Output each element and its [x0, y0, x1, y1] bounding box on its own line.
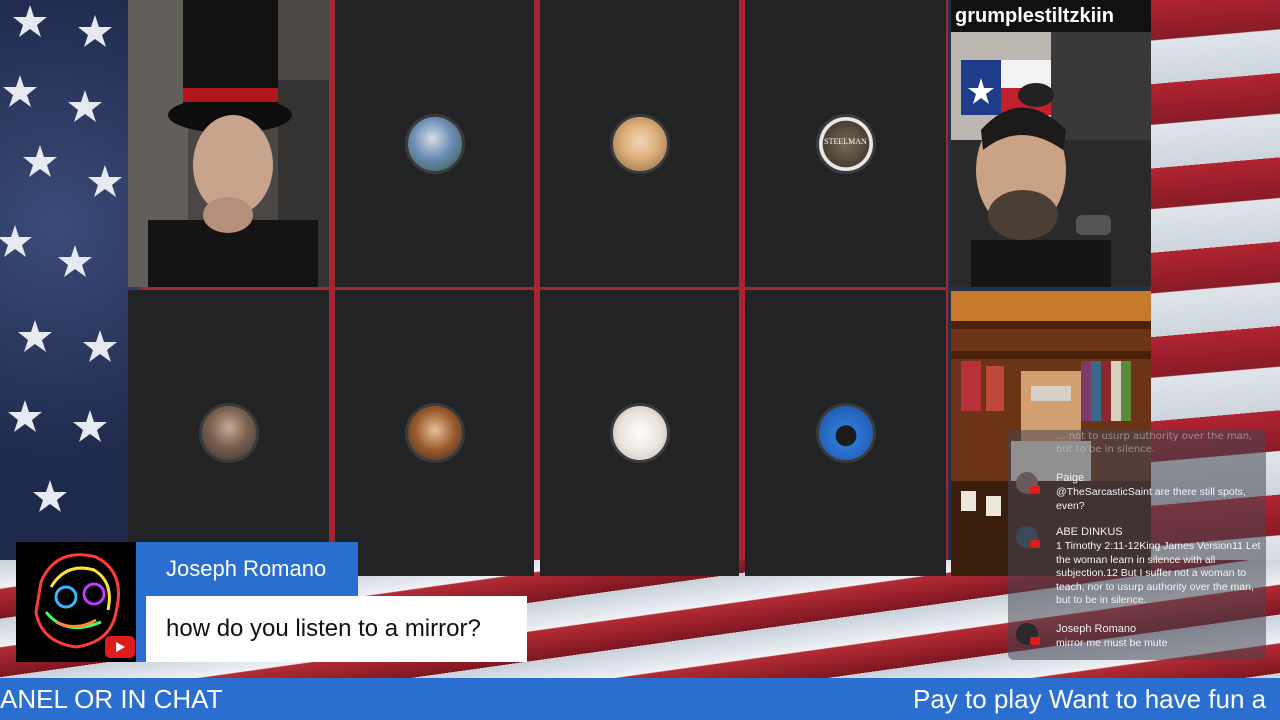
participant-avatar	[404, 403, 465, 463]
participant-tile[interactable]: STEELMAN	[745, 0, 946, 287]
youtube-icon	[1030, 637, 1040, 645]
participant-avatar	[404, 113, 465, 174]
chat-text: 1 Timothy 2:11-12King James Version11 Le…	[1056, 540, 1261, 606]
participant-avatar: STEELMAN	[815, 113, 876, 174]
news-ticker: ANEL OR IN CHAT Pay to play Want to have…	[0, 678, 1280, 720]
chat-author: ABE DINKUS	[1056, 526, 1123, 538]
youtube-icon	[1030, 540, 1040, 548]
camera-feed	[128, 0, 329, 287]
youtube-icon	[1030, 486, 1040, 494]
live-chat-panel: ... not to usurp authority over the man,…	[1008, 430, 1266, 660]
youtube-icon	[105, 636, 135, 658]
participant-tile[interactable]	[540, 290, 739, 576]
lower-third-accent	[136, 596, 146, 662]
highlighted-chat-message: how do you listen to a mirror?	[146, 596, 527, 662]
participant-tile[interactable]	[128, 290, 329, 576]
participant-tile[interactable]	[335, 290, 534, 576]
participant-avatar	[198, 403, 259, 463]
participant-avatar	[815, 403, 876, 463]
ticker-text-right: Pay to play Want to have fun a	[913, 684, 1267, 714]
chat-author: Paige	[1056, 472, 1085, 484]
participant-avatar	[609, 113, 670, 174]
avatar-label: STEELMAN	[824, 136, 867, 146]
chat-faded-message: ... not to usurp authority over the man,…	[1056, 431, 1253, 455]
chat-text: @TheSarcasticSaint are there still spots…	[1056, 486, 1246, 512]
streamer-name-label: grumplestiltzkiin	[951, 0, 1151, 32]
streamer-camera-feed	[951, 0, 1151, 287]
participant-tile[interactable]	[745, 290, 946, 576]
flag-canton	[0, 0, 140, 560]
highlighted-chat-author: Joseph Romano	[136, 542, 358, 596]
stars-pattern	[0, 5, 122, 512]
participant-avatar	[609, 403, 670, 463]
ticker-text-left: ANEL OR IN CHAT	[0, 684, 223, 714]
chat-text: mirror me must be mute	[1056, 637, 1168, 649]
video-grid: STEELMAN	[128, 0, 948, 576]
chat-author: Joseph Romano	[1056, 623, 1137, 635]
participant-tile-camera[interactable]	[128, 0, 329, 287]
participant-tile[interactable]	[335, 0, 534, 287]
participant-tile[interactable]	[540, 0, 739, 287]
streamer-camera: grumplestiltzkiin	[951, 0, 1151, 287]
